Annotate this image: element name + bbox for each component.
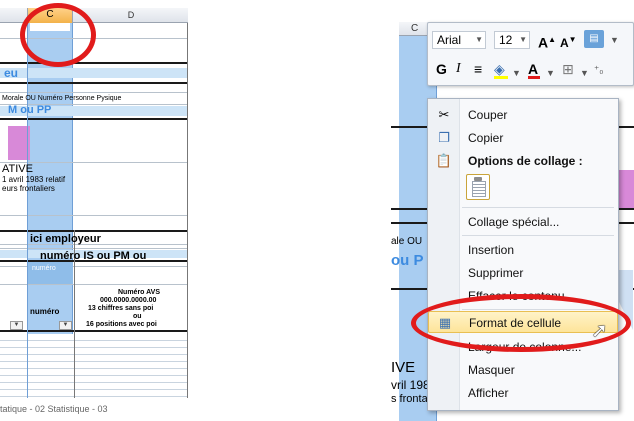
menu-item-label: Options de collage : (468, 154, 583, 168)
menu-item-insertion[interactable]: Insertion (428, 239, 618, 261)
chevron-down-icon: ▼ (519, 35, 527, 44)
font-color-button[interactable]: A (528, 61, 540, 79)
font-size-value: 12 (499, 33, 513, 47)
shrink-font-button[interactable]: A▼ (560, 32, 577, 51)
mini-toolbar: Arial ▼ 12 ▼ A▲ A▼ ▤ ▼ G I ≡ ◈ ▼ A ▼ ⊞ ▼… (427, 22, 634, 86)
grow-font-label: A (538, 34, 549, 51)
paste-icon: 📋 (435, 153, 453, 168)
label-morale-ou: ale OU (391, 236, 423, 247)
font-name-combo[interactable]: Arial ▼ (432, 31, 486, 49)
label-ou-p: ou P (391, 252, 424, 269)
shrink-font-label: A (560, 36, 569, 50)
blue-row-fill (0, 68, 188, 78)
menu-item-label: Insertion (468, 243, 515, 257)
borders-icon[interactable]: ⊞ (562, 61, 574, 77)
label-frontaliers: eurs frontaliers (2, 184, 55, 193)
label-numero-avs: Numéro AVS (118, 289, 161, 296)
menu-item-label: Copier (468, 131, 504, 145)
sheet-tabs[interactable]: tatique - 02 Statistique - 03 (0, 404, 188, 414)
label-16-positions: 16 positions avec poi (86, 321, 157, 328)
format-painter-icon[interactable]: ▤ (584, 30, 604, 48)
label-ive: IVE (391, 359, 416, 376)
menu-item-afficher[interactable]: Afficher (428, 382, 618, 404)
menu-item-copier[interactable]: ❐ Copier (428, 127, 618, 149)
menu-item-label: Couper (468, 108, 508, 122)
label-m-ou-pp: M ou PP (8, 104, 52, 116)
font-size-combo[interactable]: 12 ▼ (494, 31, 530, 49)
chevron-down-icon[interactable]: ▼ (580, 65, 589, 81)
row-line (0, 284, 188, 285)
chevron-down-icon: ▼ (475, 35, 483, 44)
column-divider (187, 23, 188, 398)
column-divider (27, 23, 28, 398)
label-ici-employeur: ici employeur (30, 233, 101, 245)
row-line (0, 92, 188, 93)
label-eu: eu (4, 66, 19, 80)
right-panel-context-menu: C ale OU ou P IVE vril 198 s frontaliers… (391, 0, 634, 421)
menu-item-couper[interactable]: ✂ Couper (428, 104, 618, 126)
label-ative: ATIVE (2, 163, 33, 175)
label-numero-small: numéro (32, 265, 56, 272)
bold-button[interactable]: G (436, 61, 447, 77)
paste-option-icon[interactable] (466, 174, 490, 200)
label-vril: vril 198 (391, 378, 430, 392)
menu-item-options-collage: 📋 Options de collage : (428, 150, 618, 172)
row-border-thick (0, 118, 188, 120)
red-annotation-circle (20, 3, 96, 67)
menu-item-supprimer[interactable]: Supprimer (428, 262, 618, 284)
label-13-chiffres: 13 chiffres sans poi (88, 305, 154, 312)
filter-dropdown[interactable]: ▼ (59, 321, 72, 330)
fill-color-icon[interactable]: ◈ (494, 61, 508, 79)
menu-separator (462, 207, 614, 208)
label-numero: numéro (30, 307, 60, 316)
left-panel-spreadsheet: C D eu Morale OU Numéro Personne Pysique… (0, 0, 188, 421)
chevron-down-icon[interactable]: ▼ (512, 65, 521, 81)
row-line (0, 248, 188, 249)
mouse-cursor-icon: ➚ (591, 320, 608, 342)
scissors-icon: ✂ (438, 107, 450, 122)
empty-rows (0, 334, 188, 398)
filter-dropdown[interactable]: ▼ (10, 321, 23, 330)
menu-item-collage-special[interactable]: Collage spécial... (428, 211, 618, 233)
chevron-down-icon[interactable]: ▼ (610, 32, 619, 48)
chevron-down-icon[interactable]: ▼ (546, 65, 555, 81)
context-menu: ✂ Couper ❐ Copier 📋 Options de collage :… (427, 98, 619, 411)
menu-item-label: Afficher (468, 386, 509, 400)
menu-item-label: Masquer (468, 363, 515, 377)
label-avs-format: 000.0000.0000.00 (100, 297, 157, 304)
italic-button[interactable]: I (456, 61, 461, 77)
font-color-label: A (528, 61, 539, 77)
menu-item-label: Supprimer (468, 266, 524, 280)
row-border-thick (0, 230, 188, 232)
row-line (0, 215, 188, 216)
label-morale-ou: Morale OU Numéro Personne Pysique (2, 95, 122, 102)
row-border-thick (0, 82, 188, 84)
grow-font-button[interactable]: A▲ (538, 32, 556, 51)
font-name-value: Arial (437, 33, 462, 47)
menu-item-label: Collage spécial... (468, 215, 560, 229)
align-center-button[interactable]: ≡ (474, 61, 482, 77)
menu-separator (462, 235, 614, 236)
copy-icon: ❐ (438, 130, 450, 145)
row-border-thick (0, 62, 188, 64)
label-ou: ou (133, 313, 142, 320)
label-numero-is: numéro IS ou PM ou (40, 250, 147, 262)
label-avril: 1 avril 1983 relatif (2, 175, 66, 184)
increase-decimal-icon[interactable]: ⁺₀ (594, 63, 603, 79)
row-border-thick (0, 330, 188, 332)
menu-item-masquer[interactable]: Masquer (428, 359, 618, 381)
